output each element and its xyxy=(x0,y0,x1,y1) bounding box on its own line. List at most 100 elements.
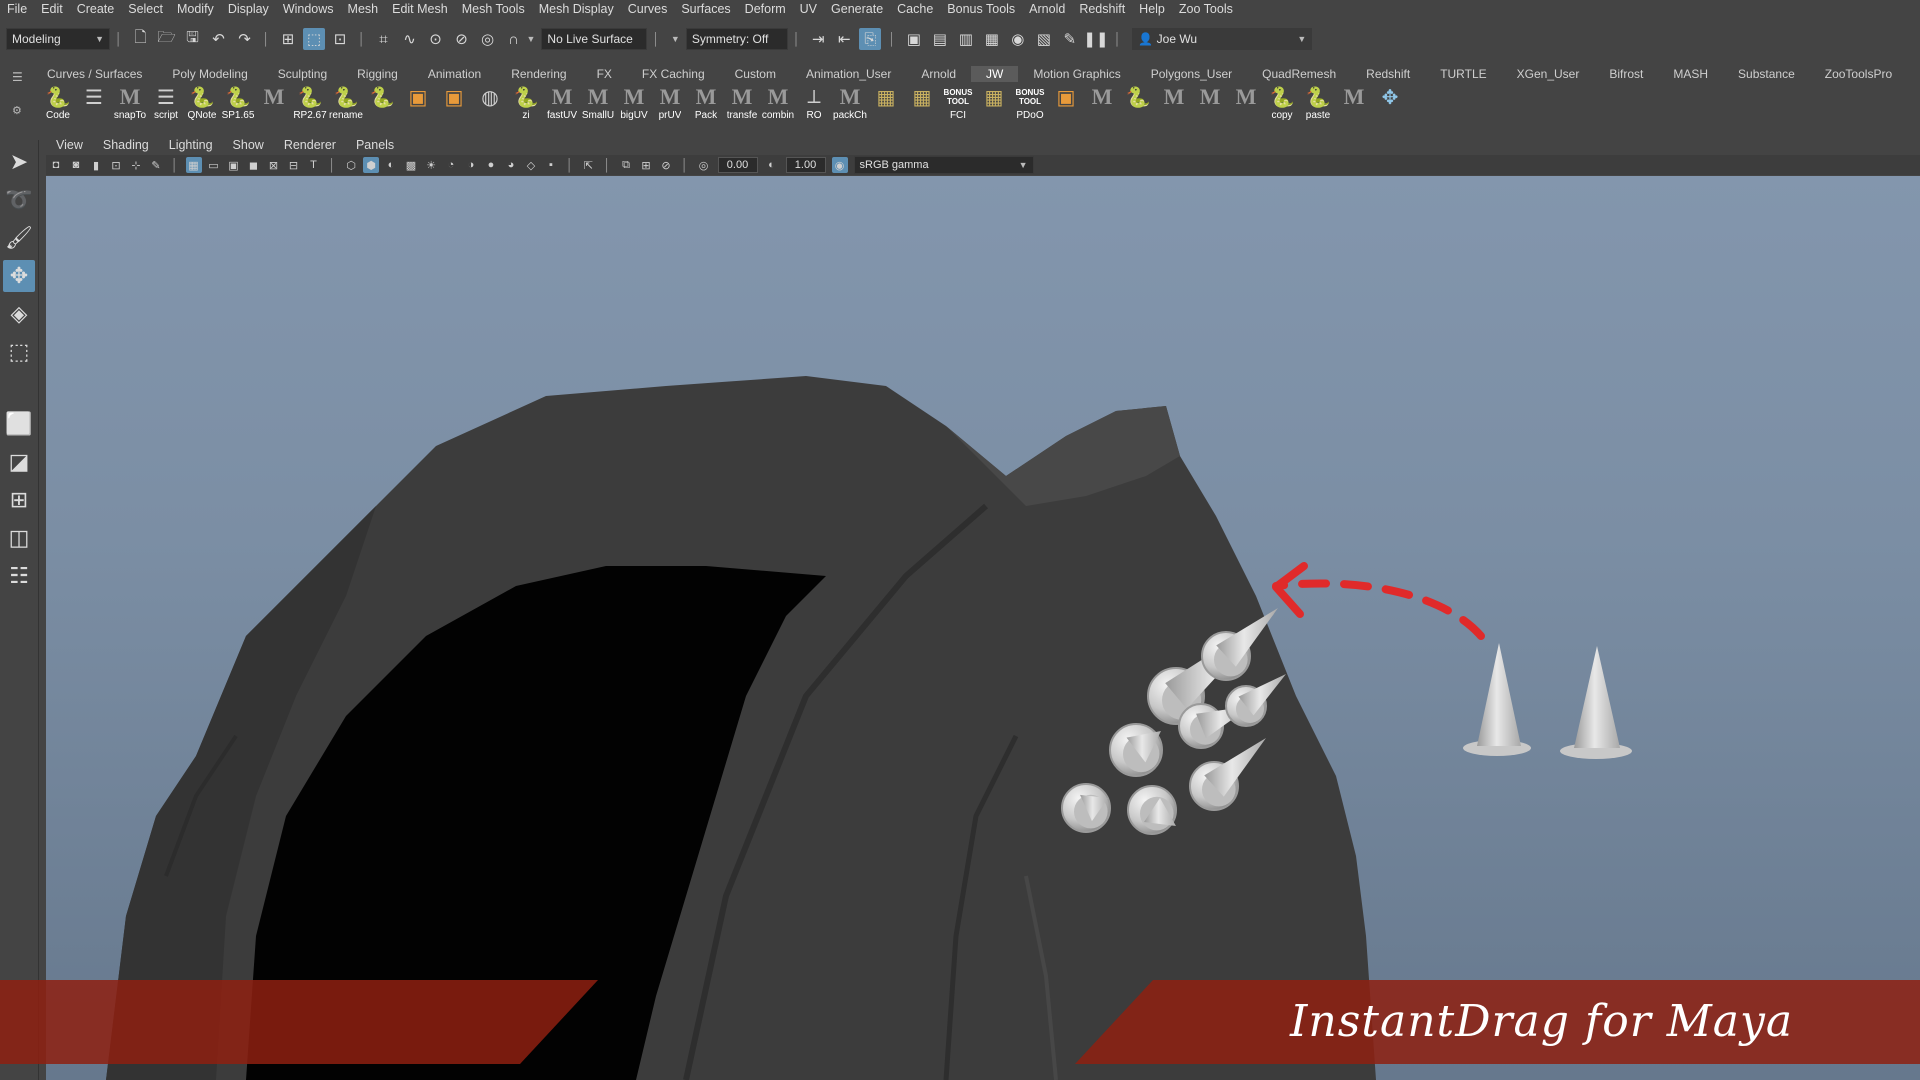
menu-edit[interactable]: Edit xyxy=(34,0,70,18)
backface-culling-icon[interactable]: ⊘ xyxy=(658,157,674,173)
grease-pencil-icon[interactable]: ✎ xyxy=(148,157,164,173)
menu-file[interactable]: File xyxy=(0,0,34,18)
menu-zoo-tools[interactable]: Zoo Tools xyxy=(1172,0,1240,18)
film-gate-icon[interactable]: ▭ xyxy=(206,157,222,173)
xray-icon[interactable]: ⇱ xyxy=(581,157,597,173)
shelf-button[interactable]: ▦ xyxy=(904,84,940,124)
render-setup-icon[interactable]: ▧ xyxy=(1033,28,1055,50)
shelf-button[interactable]: M xyxy=(1084,84,1120,124)
shelf-tab-poly-modeling[interactable]: Poly Modeling xyxy=(157,66,262,82)
image-plane-icon[interactable]: ⊡ xyxy=(108,157,124,173)
shelf-tab-redshift[interactable]: Redshift xyxy=(1351,66,1425,82)
shelf-button-rename[interactable]: 🐍 rename xyxy=(328,84,364,124)
textured-icon[interactable]: ▩ xyxy=(403,157,419,173)
collapse-handle-icon[interactable]: │ xyxy=(1114,32,1122,46)
shelf-tab-xgen-user[interactable]: XGen_User xyxy=(1502,66,1595,82)
menu-edit-mesh[interactable]: Edit Mesh xyxy=(385,0,455,18)
shelf-tab-animation[interactable]: Animation xyxy=(413,66,496,82)
collapse-handle-icon[interactable]: │ xyxy=(793,32,801,46)
scale-tool-icon[interactable]: ⬚ xyxy=(3,336,35,368)
panel-menu-panels[interactable]: Panels xyxy=(346,138,404,152)
shelf-button[interactable]: 🐍 xyxy=(364,84,400,124)
chevron-down-icon[interactable]: ▼ xyxy=(527,34,536,44)
redo-icon[interactable]: ↷ xyxy=(234,28,256,50)
xray-active-icon[interactable]: ⊞ xyxy=(638,157,654,173)
mode-dropdown[interactable]: Modeling ▼ xyxy=(6,28,110,50)
shelf-tab-sculpting[interactable]: Sculpting xyxy=(263,66,342,82)
shelf-tab-animation-user[interactable]: Animation_User xyxy=(791,66,906,82)
menu-mesh[interactable]: Mesh xyxy=(341,0,386,18)
snap-surface-icon[interactable]: ◎ xyxy=(477,28,499,50)
construction-history-icon[interactable]: ⎘ xyxy=(859,28,882,50)
exposure-field[interactable]: 0.00 xyxy=(717,157,758,173)
shelf-tab-custom[interactable]: Custom xyxy=(720,66,791,82)
menu-redshift[interactable]: Redshift xyxy=(1072,0,1132,18)
gamma-icon[interactable]: ◐ xyxy=(764,157,780,173)
shelf-button-smallu[interactable]: M SmallU xyxy=(580,84,616,124)
shelf-button[interactable]: M xyxy=(1228,84,1264,124)
input-ops-icon[interactable]: ⇥ xyxy=(807,28,829,50)
select-hierarchy-icon[interactable]: ⊞ xyxy=(277,28,299,50)
render-view-icon[interactable]: ▣ xyxy=(903,28,925,50)
multisample-icon[interactable]: ◕ xyxy=(503,157,519,173)
collapse-handle-icon[interactable]: │ xyxy=(115,32,123,46)
xray-joints-icon[interactable]: ⧉ xyxy=(618,157,634,173)
lasso-tool-icon[interactable]: ➰ xyxy=(3,184,35,216)
chevron-down-icon[interactable]: ▼ xyxy=(671,34,680,44)
paint-select-tool-icon[interactable]: 🖌 xyxy=(3,222,35,254)
shelf-button[interactable]: M xyxy=(1336,84,1372,124)
gate-mask-icon[interactable]: ◼ xyxy=(246,157,262,173)
hypershade-icon[interactable]: ◉ xyxy=(1007,28,1029,50)
snap-grid-icon[interactable]: ⌗ xyxy=(373,28,395,50)
gamma-field[interactable]: 1.00 xyxy=(785,157,826,173)
move-tool-icon[interactable]: ✥ xyxy=(3,260,35,292)
open-scene-icon[interactable]: 🗁 xyxy=(156,28,178,50)
shelf-button[interactable]: ▣ xyxy=(1048,84,1084,124)
menu-deform[interactable]: Deform xyxy=(738,0,793,18)
color-management-icon[interactable]: ◉ xyxy=(831,157,848,173)
shelf-button[interactable]: M xyxy=(256,84,292,124)
select-tool-icon[interactable]: ➤ xyxy=(3,146,35,178)
menu-create[interactable]: Create xyxy=(70,0,122,18)
live-surface-field[interactable]: No Live Surface xyxy=(541,28,648,50)
shelf-button[interactable]: ▦ xyxy=(868,84,904,124)
shelf-tab-fx-caching[interactable]: FX Caching xyxy=(627,66,720,82)
shelf-button-copy[interactable]: 🐍 copy xyxy=(1264,84,1300,124)
menu-modify[interactable]: Modify xyxy=(170,0,221,18)
ipr-render-icon[interactable]: ▥ xyxy=(955,28,977,50)
shelf-button[interactable]: M xyxy=(1156,84,1192,124)
menu-windows[interactable]: Windows xyxy=(276,0,341,18)
user-account-dropdown[interactable]: 👤 Joe Wu ▼ xyxy=(1132,28,1313,50)
smooth-shade-icon[interactable]: ⬢ xyxy=(363,157,379,173)
rotate-tool-icon[interactable]: ◈ xyxy=(3,298,35,330)
shelf-button-fastuv[interactable]: MfastUV xyxy=(544,84,580,124)
safe-action-icon[interactable]: ⊟ xyxy=(286,157,302,173)
spike-6[interactable] xyxy=(1061,783,1111,833)
shelf-button[interactable]: ▦ xyxy=(976,84,1012,124)
shelf-tab-polygons-user[interactable]: Polygons_User xyxy=(1136,66,1247,82)
panel-menu-shading[interactable]: Shading xyxy=(93,138,159,152)
symmetry-field[interactable]: Symmetry: Off xyxy=(685,28,788,50)
panel-menu-view[interactable]: View xyxy=(46,138,93,152)
menu-generate[interactable]: Generate xyxy=(824,0,890,18)
shelf-tab-substance[interactable]: Substance xyxy=(1723,66,1810,82)
shelf-button[interactable]: 🐍 xyxy=(1120,84,1156,124)
shelf-menu-icon[interactable]: ☰ xyxy=(12,70,23,84)
collapse-handle-icon[interactable]: │ xyxy=(652,32,660,46)
menu-display[interactable]: Display xyxy=(221,0,276,18)
shelf-tab-jw[interactable]: JW xyxy=(971,66,1019,82)
resolution-gate-icon[interactable]: ▣ xyxy=(226,157,242,173)
collapse-handle-icon[interactable]: │ xyxy=(329,158,337,172)
shelf-tab-curves-surfaces[interactable]: Curves / Surfaces xyxy=(32,66,157,82)
shelf-button-paste[interactable]: 🐍 paste xyxy=(1300,84,1336,124)
depth-of-field-icon[interactable]: ◇ xyxy=(523,157,539,173)
shelf-tab-quadremesh[interactable]: QuadRemesh xyxy=(1247,66,1351,82)
source-cone-2[interactable] xyxy=(1560,646,1632,759)
grid-toggle-icon[interactable]: ▦ xyxy=(185,157,202,173)
shelf-button-pdoo[interactable]: BONUS TOOL PDoO xyxy=(1012,84,1048,124)
snap-point-icon[interactable]: ⊙ xyxy=(425,28,447,50)
shelf-settings-icon[interactable]: ⚙ xyxy=(12,104,22,117)
shelf-tab-fx[interactable]: FX xyxy=(582,66,627,82)
shelf-button-pruv[interactable]: MprUV xyxy=(652,84,688,124)
menu-curves[interactable]: Curves xyxy=(621,0,675,18)
